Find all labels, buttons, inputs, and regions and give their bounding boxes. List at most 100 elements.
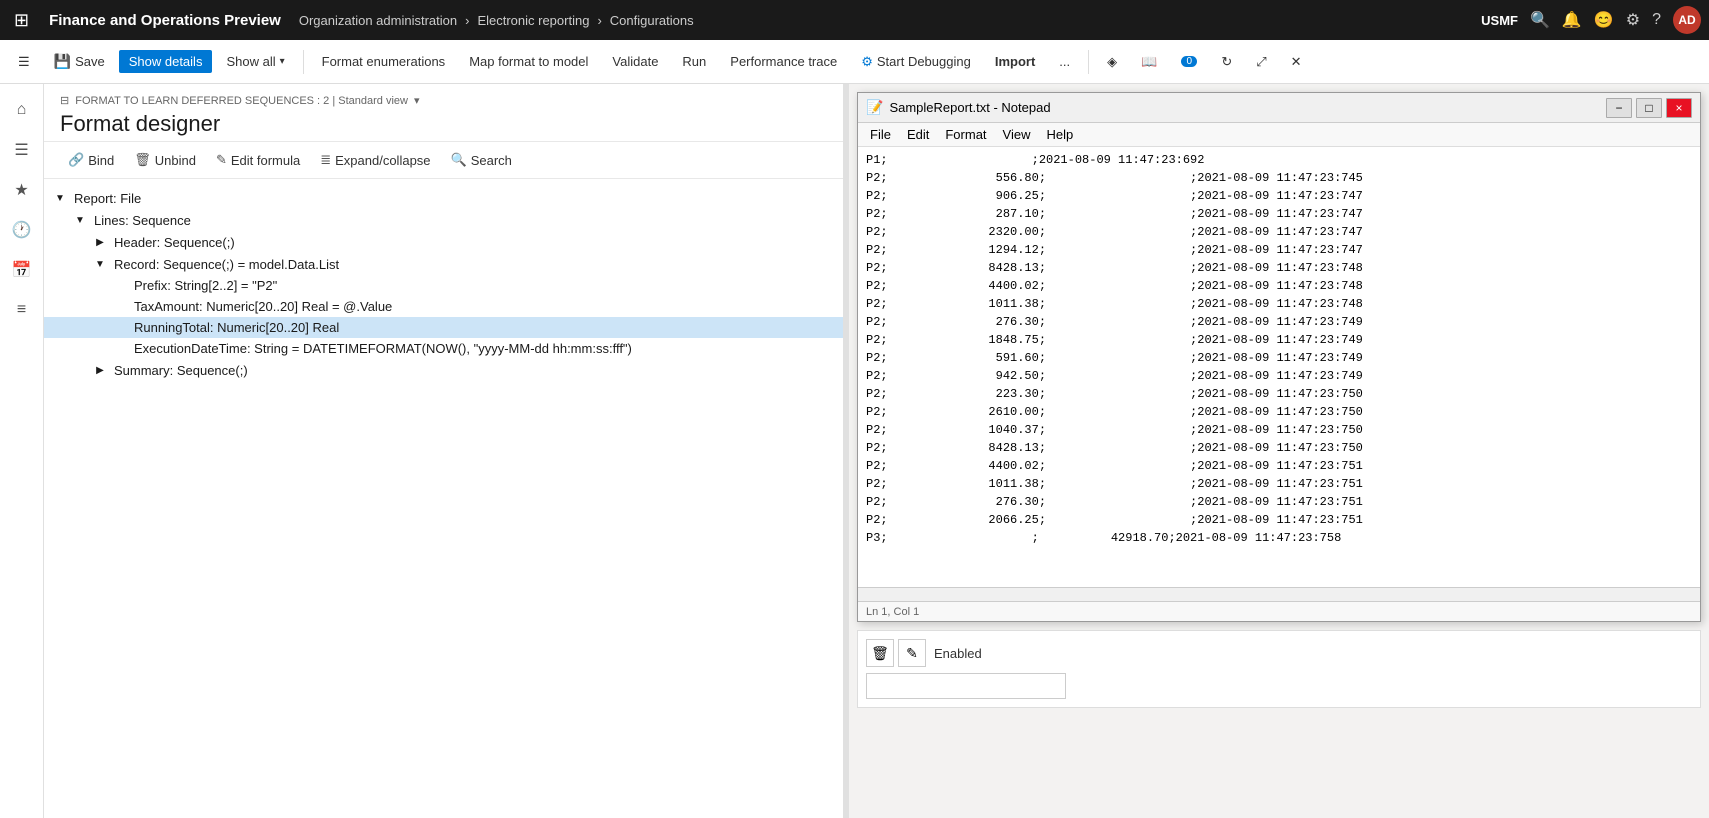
notepad-menu-help[interactable]: Help (1038, 125, 1081, 144)
tree-item[interactable]: ExecutionDateTime: String = DATETIMEFORM… (44, 338, 843, 359)
badge-btn[interactable]: 0 (1171, 52, 1207, 71)
separator-2 (1088, 50, 1089, 74)
avatar[interactable]: AD (1673, 6, 1701, 34)
notepad-menu-edit[interactable]: Edit (899, 125, 937, 144)
topbar-right: USMF 🔍 🔔 😊 ⚙ ? AD (1481, 6, 1701, 34)
hamburger-icon: ☰ (18, 54, 30, 70)
sidebar-calendar-icon[interactable]: 📅 (4, 252, 40, 288)
bottom-icons: 🗑 ✎ Enabled (866, 639, 1692, 667)
sidebar-home-icon[interactable]: ⌂ (4, 92, 40, 128)
expand-collapse-button[interactable]: ≣ Expand/collapse (312, 148, 438, 172)
help-icon[interactable]: ? (1652, 11, 1661, 29)
tree-item[interactable]: ▼Lines: Sequence (44, 209, 843, 231)
sidebar-filter-icon[interactable]: ☰ (4, 132, 40, 168)
smiley-icon[interactable]: 😊 (1594, 10, 1614, 30)
trash-icon: 🗑 (871, 645, 889, 662)
designer-header: ⊟ FORMAT TO LEARN DEFERRED SEQUENCES : 2… (44, 84, 843, 142)
main-area: ⌂ ☰ ★ 🕐 📅 ≡ ⊟ FORMAT TO LEARN DEFERRED S… (0, 84, 1709, 818)
notepad-maximize-button[interactable]: □ (1636, 98, 1662, 118)
search-icon[interactable]: 🔍 (1530, 10, 1550, 30)
tree-label-2: Header: Sequence(;) (110, 235, 235, 250)
run-button[interactable]: Run (672, 50, 716, 73)
tree-area: ▼Report: File▼Lines: Sequence▶Header: Se… (44, 179, 843, 818)
enabled-input[interactable] (866, 673, 1066, 699)
notepad-menu-file[interactable]: File (862, 125, 899, 144)
tree-label-4: Prefix: String[2..2] = "P2" (130, 278, 277, 293)
apps-icon[interactable]: ⊞ (8, 10, 35, 31)
notification-icon[interactable]: 🔔 (1562, 10, 1582, 30)
link-icon: 🔗 (68, 152, 84, 168)
designer-toolbar: 🔗 Bind 🗑 Unbind ✎ Edit formula ≣ Expand/… (44, 142, 843, 179)
import-button[interactable]: Import (985, 50, 1045, 73)
dropdown-chevron[interactable]: ▾ (414, 94, 420, 107)
tree-expander-3[interactable]: ▼ (92, 256, 108, 272)
notepad-window: 📝 SampleReport.txt - Notepad − □ × File … (857, 92, 1701, 622)
notepad-hscrollbar[interactable] (858, 587, 1700, 601)
notepad-file-icon: 📝 (866, 99, 883, 116)
tree-item[interactable]: ▼Record: Sequence(;) = model.Data.List (44, 253, 843, 275)
enabled-section (866, 673, 1692, 699)
book-icon-btn[interactable]: 📖 (1131, 50, 1167, 74)
breadcrumb-er[interactable]: Electronic reporting (477, 13, 589, 28)
validate-button[interactable]: Validate (602, 50, 668, 73)
refresh-icon-btn[interactable]: ↻ (1211, 50, 1242, 74)
breadcrumb-org[interactable]: Organization administration (299, 13, 457, 28)
notepad-titlebar: 📝 SampleReport.txt - Notepad − □ × (858, 93, 1700, 123)
breadcrumb: Organization administration › Electronic… (295, 13, 1475, 28)
designer-title: Format designer (60, 111, 827, 137)
show-details-button[interactable]: Show details (119, 50, 213, 73)
format-enumerations-button[interactable]: Format enumerations (312, 50, 456, 73)
hamburger-button[interactable]: ☰ (8, 50, 40, 74)
expand-icon: ⤢ (1256, 54, 1266, 70)
search-icon: 🔍 (451, 152, 467, 168)
notepad-content[interactable]: P1; ;2021-08-09 11:47:23:692 P2; 556.80;… (858, 147, 1700, 587)
tree-label-5: TaxAmount: Numeric[20..20] Real = @.Valu… (130, 299, 392, 314)
map-format-button[interactable]: Map format to model (459, 50, 598, 73)
bind-button[interactable]: 🔗 Bind (60, 148, 122, 172)
tree-item[interactable]: RunningTotal: Numeric[20..20] Real (44, 317, 843, 338)
breadcrumb-config[interactable]: Configurations (610, 13, 694, 28)
bottom-panel: 🗑 ✎ Enabled (857, 630, 1701, 708)
sidebar-list-icon[interactable]: ≡ (4, 292, 40, 328)
designer-panel: ⊟ FORMAT TO LEARN DEFERRED SEQUENCES : 2… (44, 84, 843, 818)
sidebar-clock-icon[interactable]: 🕐 (4, 212, 40, 248)
edit-button[interactable]: ✎ (898, 639, 926, 667)
edit-icon: ✎ (906, 645, 918, 662)
notepad-menu-view[interactable]: View (995, 125, 1039, 144)
tree-expander-8[interactable]: ▶ (92, 362, 108, 378)
expand-icon-btn[interactable]: ⤢ (1246, 50, 1276, 74)
save-button[interactable]: 💾 Save (44, 49, 115, 74)
performance-trace-button[interactable]: Performance trace (720, 50, 847, 73)
settings-icon[interactable]: ⚙ (1626, 10, 1640, 30)
tree-expander-1[interactable]: ▼ (72, 212, 88, 228)
badge: 0 (1181, 56, 1197, 67)
notepad-title: SampleReport.txt - Notepad (889, 100, 1606, 115)
tree-item[interactable]: ▶Summary: Sequence(;) (44, 359, 843, 381)
tree-expander-2[interactable]: ▶ (92, 234, 108, 250)
notepad-cursor-pos: Ln 1, Col 1 (866, 606, 919, 618)
save-icon: 💾 (54, 53, 71, 70)
book-icon: 📖 (1141, 54, 1157, 70)
sidebar-star-icon[interactable]: ★ (4, 172, 40, 208)
tree-item[interactable]: TaxAmount: Numeric[20..20] Real = @.Valu… (44, 296, 843, 317)
start-debugging-button[interactable]: ⚙ Start Debugging (851, 50, 981, 74)
tree-expander-0[interactable]: ▼ (52, 190, 68, 206)
unbind-button[interactable]: 🗑 Unbind (126, 148, 204, 172)
edit-formula-button[interactable]: ✎ Edit formula (208, 148, 308, 172)
show-all-button[interactable]: Show all ▾ (216, 50, 294, 73)
more-button[interactable]: ... (1049, 50, 1080, 73)
close-icon-btn[interactable]: ✕ (1281, 50, 1312, 74)
tree-item[interactable]: Prefix: String[2..2] = "P2" (44, 275, 843, 296)
tree-item[interactable]: ▶Header: Sequence(;) (44, 231, 843, 253)
tree-item[interactable]: ▼Report: File (44, 187, 843, 209)
search-button[interactable]: 🔍 Search (443, 148, 520, 172)
palette-icon-btn[interactable]: ◈ (1097, 50, 1127, 74)
notepad-menu-format[interactable]: Format (937, 125, 994, 144)
delete-icon: 🗑 (134, 152, 151, 168)
delete-button[interactable]: 🗑 (866, 639, 894, 667)
pencil-icon: ✎ (216, 152, 227, 168)
notepad-close-button[interactable]: × (1666, 98, 1692, 118)
notepad-minimize-button[interactable]: − (1606, 98, 1632, 118)
tree-label-0: Report: File (70, 191, 141, 206)
right-panel: 📝 SampleReport.txt - Notepad − □ × File … (849, 84, 1709, 818)
